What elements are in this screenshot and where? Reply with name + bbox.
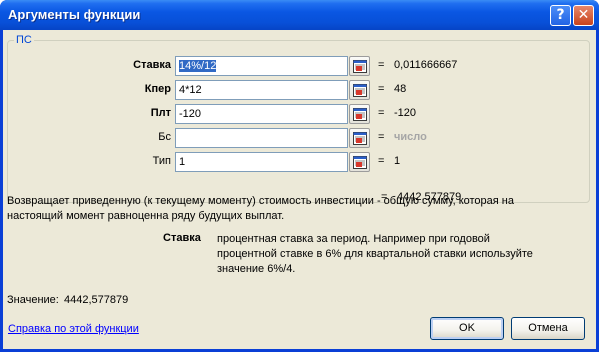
ok-button[interactable]: OK — [430, 317, 504, 340]
argument-label: Кпер — [144, 83, 171, 95]
argument-label: Плт — [150, 107, 171, 119]
argument-label: Тип — [152, 155, 171, 167]
argument-input[interactable]: 1 — [175, 152, 348, 172]
argument-input-text: 4*12 — [179, 84, 202, 96]
argument-result: -120 — [394, 107, 417, 119]
collapse-dialog-button[interactable] — [349, 104, 370, 124]
argument-equals: = — [378, 107, 385, 119]
collapse-dialog-button[interactable] — [349, 128, 370, 148]
collapse-dialog-button[interactable] — [349, 80, 370, 100]
collapse-dialog-button[interactable] — [349, 56, 370, 76]
argument-help-name: Ставка — [163, 232, 201, 244]
argument-input-text: 1 — [179, 156, 186, 168]
argument-result: 0,011666667 — [394, 59, 458, 71]
argument-row: Бс = число — [8, 128, 591, 148]
argument-equals: = — [378, 83, 385, 95]
argument-row: Кпер 4*12 = 48 — [8, 80, 591, 100]
value-label: Значение: — [7, 294, 59, 306]
argument-input[interactable]: -120 — [175, 104, 348, 124]
dialog-body: ПС Ставка 14%/12 = 0,011666667 Кпер 4*12 = 48 Пл… — [3, 30, 596, 349]
argument-row: Тип 1 = 1 — [8, 152, 591, 172]
function-name: ПС — [14, 34, 34, 46]
value-result: 4442,577879 — [64, 294, 129, 306]
argument-result: 48 — [394, 83, 407, 95]
argument-result: 1 — [394, 155, 401, 167]
collapse-dialog-button[interactable] — [349, 152, 370, 172]
argument-input[interactable]: 14%/12 — [175, 56, 348, 76]
function-group: ПС Ставка 14%/12 = 0,011666667 Кпер 4*12 = 48 Пл… — [7, 34, 591, 203]
collapse-dialog-icon — [353, 156, 367, 169]
function-description: Возвращает приведенную (к текущему момен… — [7, 195, 514, 222]
function-arguments-dialog: Аргументы функции ? ✕ ПС Ставка 14%/12 = 0,… — [0, 0, 599, 352]
argument-input[interactable] — [175, 128, 348, 148]
argument-input-text: -120 — [179, 108, 202, 120]
collapse-dialog-icon — [353, 60, 367, 73]
argument-help-text: процентная ставка за период. Например пр… — [217, 233, 533, 275]
argument-label: Ставка — [133, 59, 171, 71]
collapse-dialog-icon — [353, 108, 367, 121]
argument-input[interactable]: 4*12 — [175, 80, 348, 100]
argument-label: Бс — [158, 131, 171, 143]
argument-equals: = — [378, 131, 385, 143]
title-bar[interactable]: Аргументы функции ? ✕ — [0, 0, 599, 30]
argument-row: Ставка 14%/12 = 0,011666667 — [8, 56, 591, 76]
argument-result: число — [394, 131, 427, 143]
collapse-dialog-icon — [353, 84, 367, 97]
collapse-dialog-icon — [353, 132, 367, 145]
argument-equals: = — [378, 59, 385, 71]
cancel-button[interactable]: Отмена — [511, 317, 585, 340]
argument-row: Плт -120 = -120 — [8, 104, 591, 124]
argument-equals: = — [378, 155, 385, 167]
function-help-link[interactable]: Справка по этой функции — [8, 323, 139, 335]
close-button[interactable]: ✕ — [573, 5, 594, 26]
argument-input-text: 14%/12 — [179, 60, 217, 72]
help-button[interactable]: ? — [550, 5, 571, 26]
window-title: Аргументы функции — [8, 7, 141, 22]
